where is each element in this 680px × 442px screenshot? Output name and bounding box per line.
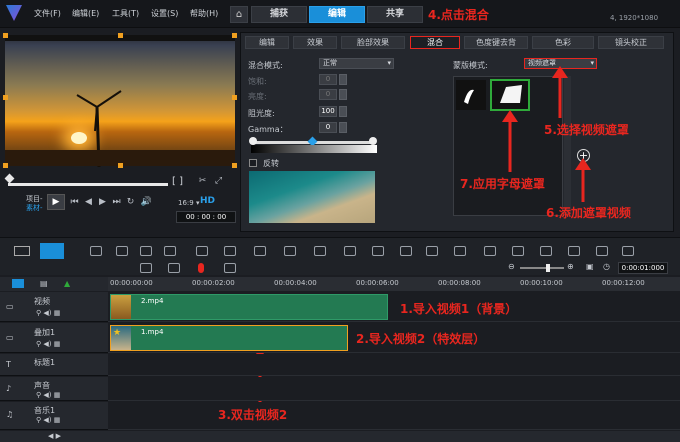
track-body-title[interactable] bbox=[108, 354, 680, 376]
timeline-scrollbar[interactable]: ◀ ▶ bbox=[0, 431, 680, 442]
track-header-title[interactable]: 标题1 T bbox=[0, 354, 108, 376]
ruler-tick: 00:00:12:00 bbox=[602, 279, 645, 287]
track-body-music[interactable] bbox=[108, 402, 680, 430]
microphone-icon[interactable] bbox=[198, 263, 204, 273]
zoom-in-icon[interactable]: ⊕ bbox=[567, 262, 574, 271]
storyboard-view-icon[interactable] bbox=[14, 246, 30, 256]
clock-icon[interactable]: ◷ bbox=[603, 262, 610, 271]
theme-icon[interactable] bbox=[622, 246, 634, 256]
track-header-video[interactable]: 视频 ▭ ⚲ ◀) ▦ bbox=[0, 292, 108, 322]
redo-icon[interactable] bbox=[164, 246, 176, 256]
motion-icon[interactable] bbox=[284, 246, 296, 256]
music-track-icon: ♫ bbox=[6, 410, 14, 419]
trim-icon[interactable] bbox=[196, 246, 208, 256]
fit-timeline-icon[interactable]: ▣ bbox=[586, 262, 594, 271]
track-controls[interactable]: ⚲ ◀) ▦ bbox=[36, 340, 60, 348]
speed-icon[interactable] bbox=[372, 246, 384, 256]
ruler-tick: 00:00:02:00 bbox=[192, 279, 235, 287]
screen-icon[interactable] bbox=[168, 263, 180, 273]
track-name: 叠加1 bbox=[34, 328, 56, 337]
clip-label: 2.mp4 bbox=[141, 297, 164, 305]
record-icon[interactable] bbox=[140, 263, 152, 273]
effects-icon[interactable] bbox=[484, 246, 496, 256]
ruler-tick: 00:00:04:00 bbox=[274, 279, 317, 287]
voice-track-icon: ♪ bbox=[6, 384, 12, 393]
scroll-arrows[interactable]: ◀ ▶ bbox=[48, 432, 61, 440]
track-controls[interactable]: ⚲ ◀) ▦ bbox=[36, 309, 60, 317]
overlay-track-icon: ▭ bbox=[6, 333, 14, 342]
cut-tool-icon[interactable] bbox=[116, 246, 128, 256]
app-window: 文件(F) 编辑(E) 工具(T) 设置(S) 帮助(H) ⌂ 捕获 编辑 共享… bbox=[0, 0, 680, 442]
title-icon[interactable] bbox=[568, 246, 580, 256]
clip-video-2mp4[interactable]: 2.mp4 bbox=[110, 294, 388, 320]
track-manager-bar: ▤ ▲ bbox=[0, 277, 108, 291]
loop-icon[interactable] bbox=[512, 246, 524, 256]
track-header-overlay[interactable]: 叠加1 ▭ ⚲ ◀) ▦ bbox=[0, 323, 108, 353]
subtitle-icon[interactable] bbox=[426, 246, 438, 256]
clip-label: 1.mp4 bbox=[141, 328, 164, 336]
track-header-music[interactable]: 音乐1 ♫ ⚲ ◀) ▦ bbox=[0, 402, 108, 430]
clip-overlay-1mp4[interactable]: ★ 1.mp4 bbox=[110, 325, 348, 351]
star-icon: ★ bbox=[113, 328, 122, 338]
timeline-toolbar: ⊖ ⊕ ▣ ◷ 0:00:01:000 bbox=[0, 237, 680, 275]
track-controls[interactable]: ⚲ ◀) ▦ bbox=[36, 416, 60, 424]
timeline-view-icon[interactable] bbox=[40, 243, 64, 259]
audio-wave-icon[interactable] bbox=[344, 246, 356, 256]
chapter-icon[interactable]: ▤ bbox=[40, 279, 48, 288]
ruler-tick: 00:00:08:00 bbox=[438, 279, 481, 287]
annotation-2: 2.导入视频2（特效层） bbox=[356, 332, 486, 346]
layers-icon[interactable] bbox=[596, 246, 608, 256]
split-track-icon[interactable] bbox=[254, 246, 266, 256]
clip-thumbnail bbox=[111, 295, 131, 319]
track-manager-icon[interactable] bbox=[12, 279, 24, 288]
zoom-handle[interactable] bbox=[546, 264, 550, 272]
ruler-tick: 00:00:06:00 bbox=[356, 279, 399, 287]
title-track-icon: T bbox=[6, 360, 11, 369]
timeline-ruler[interactable]: 00:00:00:00 00:00:02:00 00:00:04:00 00:0… bbox=[108, 277, 680, 291]
undo-icon[interactable] bbox=[140, 246, 152, 256]
freeze-icon[interactable] bbox=[454, 246, 466, 256]
annotation-1: 1.导入视频1（背景） bbox=[400, 302, 518, 316]
multitrim-icon[interactable] bbox=[224, 246, 236, 256]
track-header-voice[interactable]: 声音 ♪ ⚲ ◀) ▦ bbox=[0, 377, 108, 401]
replace-icon[interactable] bbox=[224, 263, 236, 273]
track-name: 视频 bbox=[34, 297, 50, 306]
track-name: 标题1 bbox=[34, 358, 56, 367]
color-icon[interactable] bbox=[314, 246, 326, 256]
zoom-slider[interactable] bbox=[520, 267, 564, 269]
track-name: 声音 bbox=[34, 381, 50, 390]
project-tool-icon[interactable] bbox=[90, 246, 102, 256]
mask-icon[interactable] bbox=[540, 246, 552, 256]
paint-icon[interactable] bbox=[400, 246, 412, 256]
ruler-tick: 00:00:10:00 bbox=[520, 279, 563, 287]
annotation-3: 3.双击视频2 bbox=[218, 408, 288, 422]
marker-icon[interactable]: ▲ bbox=[64, 279, 70, 288]
track-body-video[interactable]: 2.mp4 bbox=[108, 292, 680, 322]
timeline-timecode[interactable]: 0:00:01:000 bbox=[618, 262, 668, 274]
video-track-icon: ▭ bbox=[6, 302, 14, 311]
track-name: 音乐1 bbox=[34, 406, 56, 415]
track-controls[interactable]: ⚲ ◀) ▦ bbox=[36, 391, 60, 399]
zoom-out-icon[interactable]: ⊖ bbox=[508, 262, 515, 271]
ruler-tick: 00:00:00:00 bbox=[110, 279, 153, 287]
track-body-voice[interactable] bbox=[108, 377, 680, 401]
